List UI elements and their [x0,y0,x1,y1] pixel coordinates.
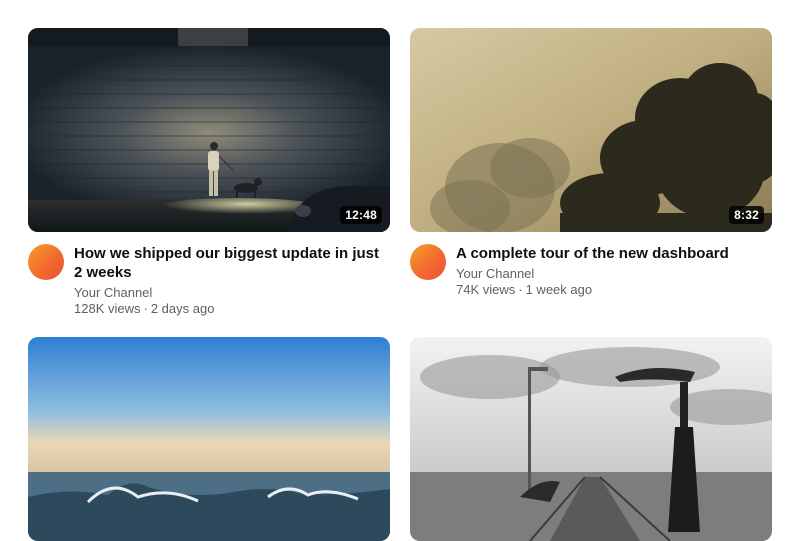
video-card[interactable]: 8:32 A complete tour of the new dashboar… [410,28,772,317]
thumbnail-image [28,337,390,541]
duration-badge: 8:32 [729,206,764,224]
video-thumbnail[interactable]: 12:48 [28,28,390,232]
video-stats: 74K views · 1 week ago [456,282,772,298]
video-card[interactable] [410,337,772,541]
upload-age: 1 week ago [525,282,593,297]
separator-dot: · [143,301,148,316]
channel-avatar[interactable] [28,244,64,280]
video-meta: A complete tour of the new dashboard You… [410,244,772,298]
view-count: 128K views [74,301,141,316]
thumbnail-image [28,28,390,232]
video-meta: How we shipped our biggest update in jus… [28,244,390,317]
video-thumbnail[interactable] [410,337,772,541]
video-card[interactable]: 12:48 How we shipped our biggest update … [28,28,390,317]
separator-dot: · [518,282,523,297]
video-grid: 12:48 How we shipped our biggest update … [28,28,772,541]
thumbnail-image [410,337,772,541]
video-stats: 128K views · 2 days ago [74,301,390,317]
view-count: 74K views [456,282,516,297]
video-info: How we shipped our biggest update in jus… [74,244,390,317]
video-title[interactable]: How we shipped our biggest update in jus… [74,244,390,282]
channel-avatar[interactable] [410,244,446,280]
channel-name[interactable]: Your Channel [456,266,772,282]
video-card[interactable] [28,337,390,541]
video-thumbnail[interactable] [28,337,390,541]
video-info: A complete tour of the new dashboard You… [456,244,772,298]
upload-age: 2 days ago [150,301,215,316]
video-thumbnail[interactable]: 8:32 [410,28,772,232]
thumbnail-image [410,28,772,232]
channel-name[interactable]: Your Channel [74,285,390,301]
duration-badge: 12:48 [340,206,382,224]
video-title[interactable]: A complete tour of the new dashboard [456,244,772,263]
